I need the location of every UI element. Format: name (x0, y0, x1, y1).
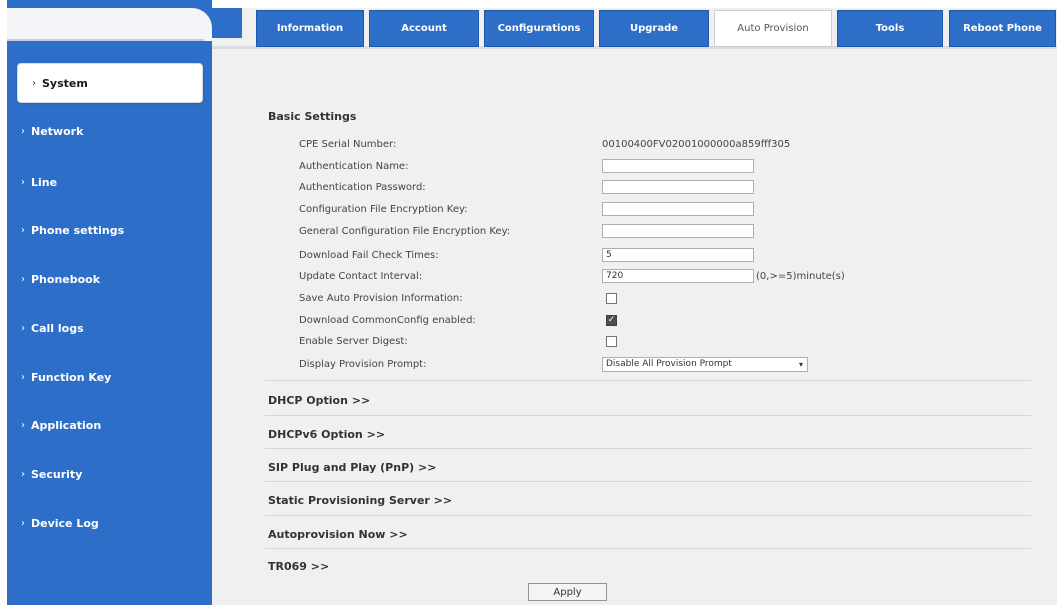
chevron-right-icon: › (21, 468, 25, 480)
sidebar-item-label: Line (31, 175, 58, 189)
contact-interval-unit: (0,>=5)minute(s) (756, 270, 845, 282)
auth-password-row: Authentication Password: (299, 178, 839, 196)
auth-name-input[interactable] (602, 159, 754, 173)
basic-settings-title: Basic Settings (268, 110, 357, 123)
tab-auto-provision[interactable]: Auto Provision (714, 10, 832, 47)
chevron-right-icon: › (21, 125, 25, 137)
sidebar-item-device-log[interactable]: › Device Log (7, 501, 212, 545)
provision-prompt-select[interactable]: Disable All Provision Prompt ▾ (602, 356, 808, 372)
server-digest-label: Enable Server Digest: (299, 335, 408, 347)
sidebar-item-label: Function Key (31, 370, 112, 384)
sidebar-item-system[interactable]: › System (17, 63, 203, 103)
divider (265, 415, 1031, 416)
sidebar-item-label: Security (31, 467, 83, 481)
tab-configurations[interactable]: Configurations (484, 10, 594, 47)
common-config-label: Download CommonConfig enabled: (299, 314, 476, 326)
provision-prompt-label: Display Provision Prompt: (299, 358, 427, 370)
general-key-row: General Configuration File Encryption Ke… (299, 222, 839, 240)
sidebar-item-label: Network (31, 124, 84, 138)
chevron-right-icon: › (21, 224, 25, 236)
sidebar-item-line[interactable]: › Line (7, 160, 212, 204)
fail-check-input[interactable] (602, 248, 754, 262)
common-config-checkbox[interactable]: ✓ (606, 314, 617, 326)
chevron-right-icon: › (21, 273, 25, 285)
chevron-right-icon: › (21, 419, 25, 431)
divider (265, 515, 1031, 516)
tab-upgrade[interactable]: Upgrade (599, 10, 709, 47)
common-config-row: Download CommonConfig enabled: ✓ (299, 311, 839, 329)
check-icon: ✓ (607, 314, 616, 325)
sidebar-item-function-key[interactable]: › Function Key (7, 355, 212, 399)
sidebar-item-phone-settings[interactable]: › Phone settings (7, 208, 212, 252)
cpe-serial-row: CPE Serial Number: 00100400FV02001000000… (299, 135, 839, 153)
server-digest-checkbox[interactable] (606, 335, 617, 347)
general-key-label: General Configuration File Encryption Ke… (299, 225, 511, 237)
chevron-down-icon: ▾ (798, 359, 803, 369)
static-provisioning-expander[interactable]: Static Provisioning Server >> (268, 494, 1030, 516)
server-digest-row: Enable Server Digest: (299, 332, 839, 350)
sidebar-item-application[interactable]: › Application (7, 403, 212, 447)
auth-password-label: Authentication Password: (299, 181, 426, 193)
apply-button[interactable]: Apply (528, 583, 607, 601)
sidebar-item-call-logs[interactable]: › Call logs (7, 306, 212, 350)
fail-check-label: Download Fail Check Times: (299, 249, 439, 261)
sidebar-item-label: Phonebook (31, 272, 101, 286)
tab-information[interactable]: Information (256, 10, 364, 47)
save-info-checkbox[interactable] (606, 292, 617, 304)
chevron-right-icon: › (21, 322, 25, 334)
auth-name-label: Authentication Name: (299, 160, 409, 172)
chevron-right-icon: › (21, 517, 25, 529)
auth-password-input[interactable] (602, 180, 754, 194)
contact-interval-row: Update Contact Interval: (0,>=5)minute(s… (299, 267, 919, 285)
provision-prompt-row: Display Provision Prompt: Disable All Pr… (299, 355, 839, 373)
sidebar-header (7, 8, 212, 41)
divider (265, 380, 1031, 381)
divider (265, 548, 1031, 549)
main-content: Basic Settings CPE Serial Number: 001004… (212, 49, 1057, 605)
pnp-expander[interactable]: SIP Plug and Play (PnP) >> (268, 461, 1030, 483)
tab-reboot-phone[interactable]: Reboot Phone (949, 10, 1056, 47)
top-strip (212, 0, 1063, 8)
contact-interval-label: Update Contact Interval: (299, 270, 423, 282)
general-key-input[interactable] (602, 224, 754, 238)
contact-interval-input[interactable] (602, 269, 754, 283)
tab-tools[interactable]: Tools (837, 10, 943, 47)
dhcpv6-option-expander[interactable]: DHCPv6 Option >> (268, 428, 1030, 450)
sidebar-item-label: System (42, 76, 88, 90)
divider (265, 481, 1031, 482)
config-key-label: Configuration File Encryption Key: (299, 203, 468, 215)
sidebar-item-phonebook[interactable]: › Phonebook (7, 257, 212, 301)
sidebar-item-label: Device Log (31, 516, 99, 530)
autoprovision-now-expander[interactable]: Autoprovision Now >> (268, 528, 1030, 550)
divider (265, 448, 1031, 449)
chevron-right-icon: › (32, 77, 36, 89)
config-key-row: Configuration File Encryption Key: (299, 200, 839, 218)
tr069-expander[interactable]: TR069 >> (268, 560, 1030, 582)
chevron-right-icon: › (21, 176, 25, 188)
fail-check-row: Download Fail Check Times: (299, 246, 839, 264)
config-key-input[interactable] (602, 202, 754, 216)
auth-name-row: Authentication Name: (299, 157, 839, 175)
dhcp-option-expander[interactable]: DHCP Option >> (268, 394, 1030, 416)
sidebar-item-label: Application (31, 418, 102, 432)
right-edge (1057, 0, 1063, 605)
cpe-serial-label: CPE Serial Number: (299, 138, 397, 150)
provision-prompt-value: Disable All Provision Prompt (606, 359, 732, 369)
sidebar: › System › Network › Line › Phone settin… (7, 0, 212, 605)
sidebar-item-security[interactable]: › Security (7, 452, 212, 496)
tab-bar-accent (212, 8, 242, 38)
tab-account[interactable]: Account (369, 10, 479, 47)
save-info-row: Save Auto Provision Information: (299, 289, 839, 307)
sidebar-item-label: Phone settings (31, 223, 125, 237)
chevron-right-icon: › (21, 371, 25, 383)
sidebar-item-label: Call logs (31, 321, 84, 335)
sidebar-item-network[interactable]: › Network (7, 109, 212, 153)
cpe-serial-value: 00100400FV02001000000a859fff305 (602, 138, 791, 150)
save-info-label: Save Auto Provision Information: (299, 292, 463, 304)
